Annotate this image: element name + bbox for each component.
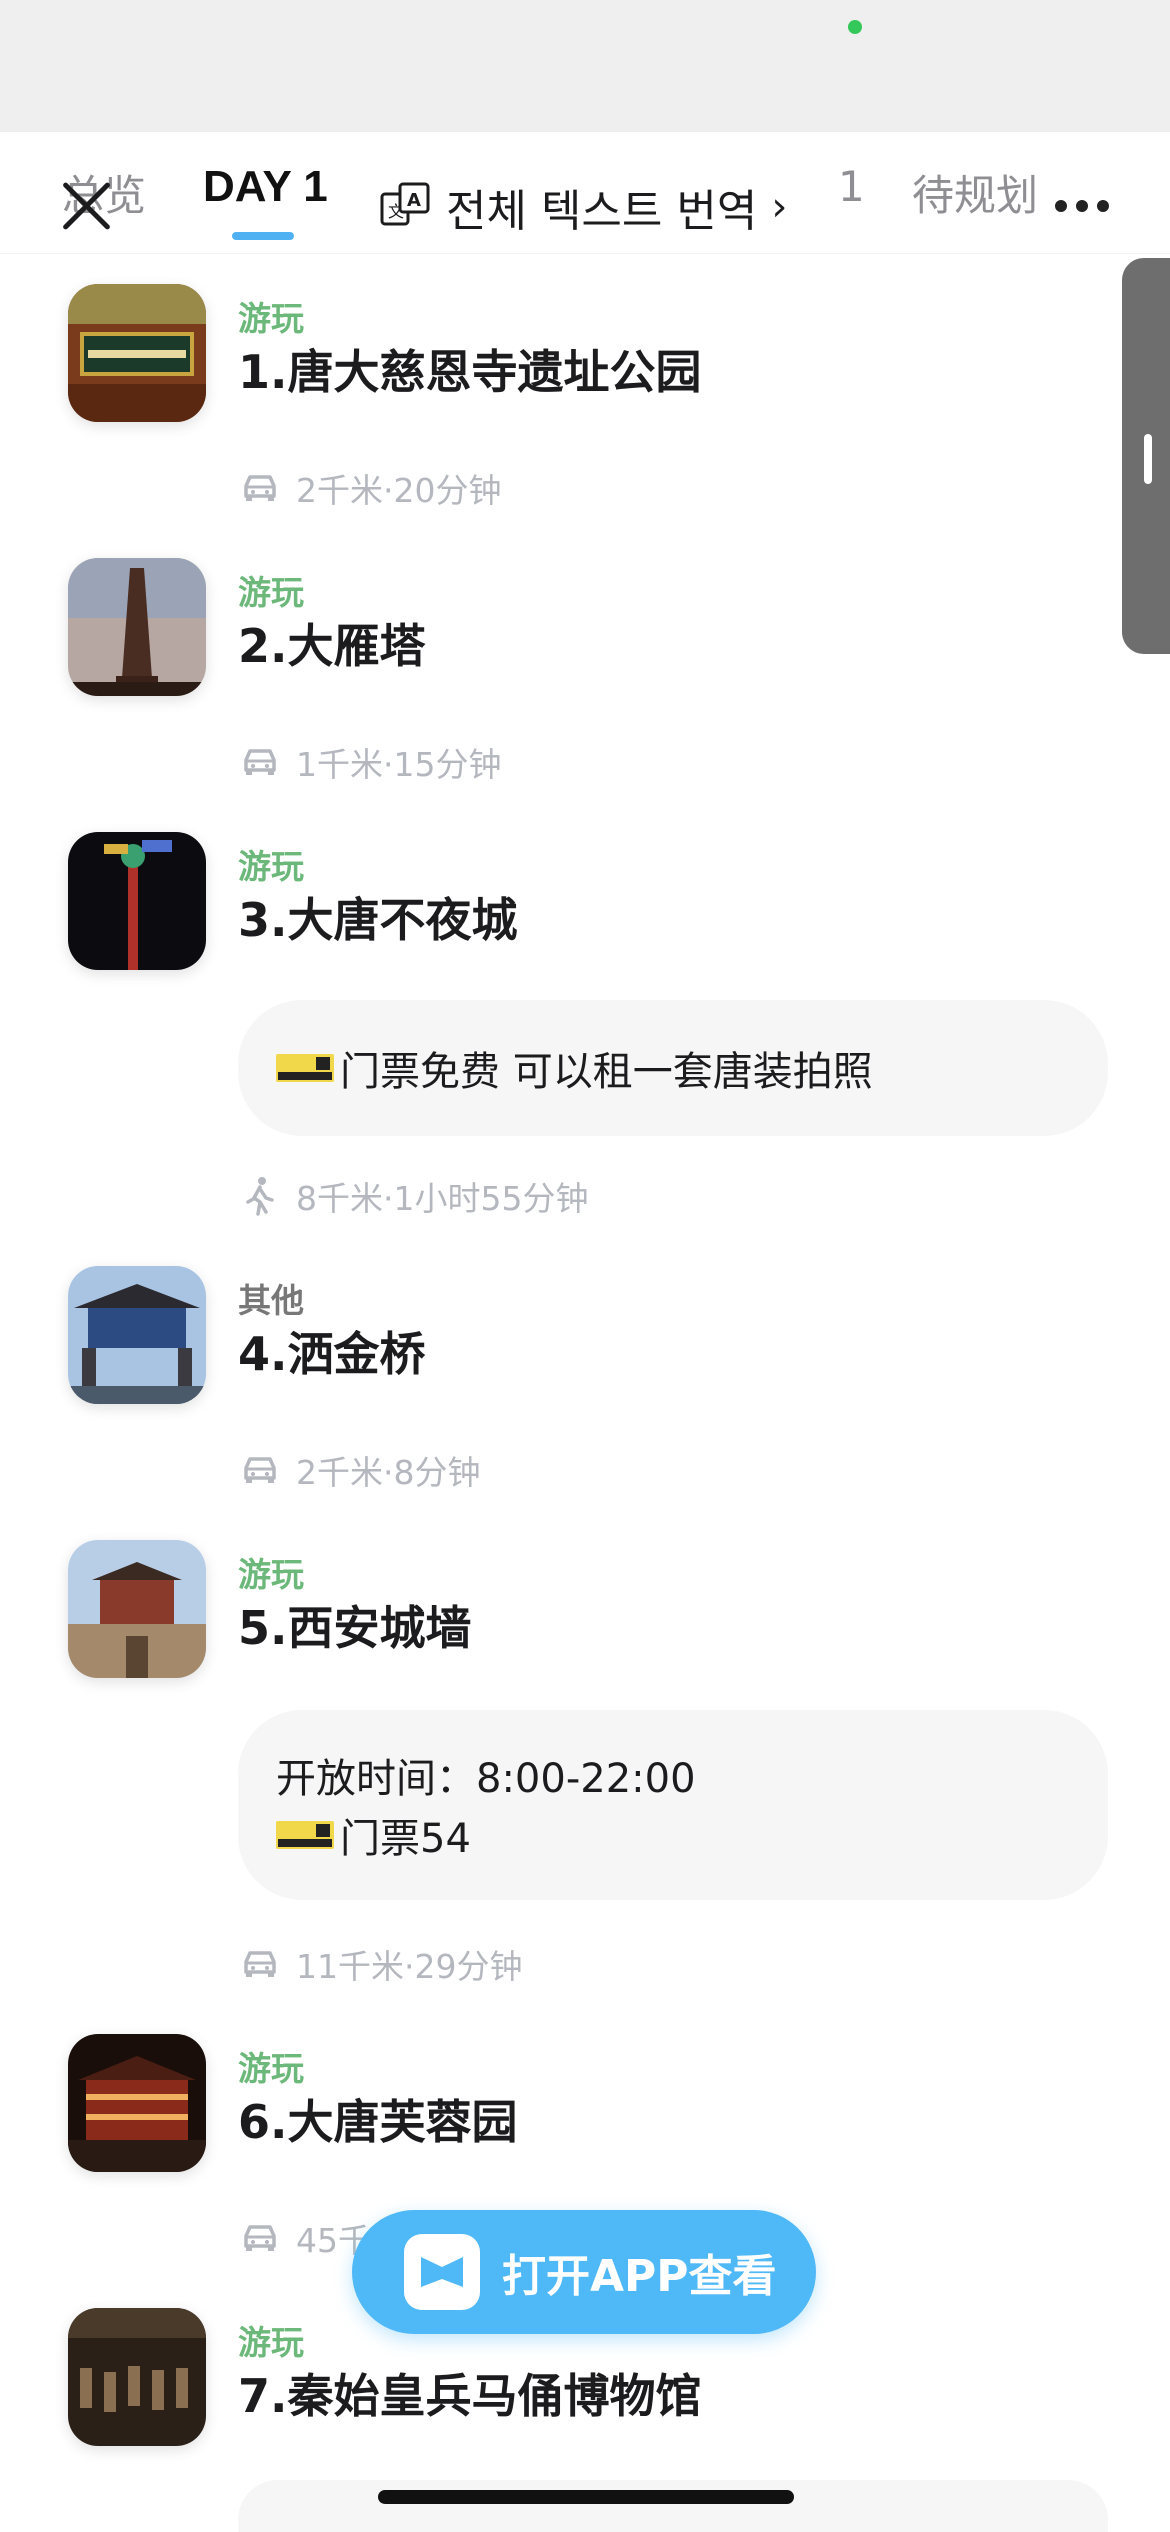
place-name: 4.洒金桥 — [238, 1327, 426, 1381]
itinerary-item[interactable]: 游玩 3.大唐不夜城 — [0, 832, 1170, 982]
chevron-right-icon: › — [771, 184, 788, 230]
landmark-photo — [68, 284, 206, 422]
itinerary-item[interactable]: 游玩 2.大雁塔 — [0, 558, 1170, 708]
palace-night-photo — [68, 2034, 206, 2172]
translate-icon: 文 A — [380, 182, 430, 226]
tab-todo[interactable]: 待规划 — [912, 162, 1038, 223]
transit-text: 2千米·20分钟 — [296, 471, 502, 510]
camera-indicator-icon — [848, 20, 862, 34]
transit-text: 8千米·1小时55分钟 — [296, 1179, 589, 1218]
gate-photo — [68, 1266, 206, 1404]
close-icon[interactable] — [58, 178, 114, 234]
ticket-icon — [276, 1054, 334, 1082]
car-icon — [244, 1951, 276, 1977]
terracotta-photo — [68, 2308, 206, 2446]
pagoda-photo — [68, 558, 206, 696]
car-icon — [244, 2225, 276, 2251]
status-bar — [0, 0, 1170, 132]
itinerary-item[interactable]: 游玩 6.大唐芙蓉园 — [0, 2034, 1170, 2184]
transit-info: 2千米·8分钟 — [238, 1448, 480, 1492]
category-label: 游玩 — [238, 847, 304, 886]
category-label: 游玩 — [238, 1555, 304, 1594]
transit-info: 1千米·15分钟 — [238, 740, 501, 784]
note-text: 门票免费 可以租一套唐装拍照 — [340, 1049, 873, 1095]
transit-text: 2千米·8分钟 — [296, 1453, 481, 1492]
note-card: 门票免费 可以租一套唐装拍照 — [238, 1000, 1108, 1136]
place-name: 6.大唐芙蓉园 — [238, 2095, 518, 2149]
car-icon — [244, 749, 276, 775]
note-text: 开放时间：8:00-22:00 — [276, 1756, 696, 1802]
place-name: 1.唐大慈恩寺遗址公园 — [238, 345, 702, 399]
category-label: 其他 — [238, 1281, 304, 1320]
category-label: 游玩 — [238, 573, 304, 612]
transit-info: 2千米·20分钟 — [238, 466, 501, 510]
tab-partial[interactable]: 1 — [838, 162, 865, 211]
open-app-button[interactable]: 打开APP查看 — [352, 2210, 816, 2334]
home-indicator[interactable] — [378, 2490, 794, 2504]
ticket-icon — [276, 1821, 334, 1849]
transit-info: 11千米·29分钟 — [238, 1942, 522, 1986]
place-name: 3.大唐不夜城 — [238, 893, 518, 947]
note-line: 开放时间：8:00-22:00 — [276, 1745, 1070, 1805]
app-logo-icon — [404, 2234, 480, 2310]
note-text: 门票54 — [340, 1816, 471, 1862]
city-wall-photo — [68, 1540, 206, 1678]
note-line: 门票免费 可以租一套唐装拍照 — [276, 1038, 1070, 1098]
itinerary-item[interactable]: 游玩 1.唐大慈恩寺遗址公园 — [0, 284, 1170, 434]
place-name: 7.秦始皇兵马俑博物馆 — [238, 2369, 702, 2423]
category-label: 游玩 — [238, 2323, 304, 2362]
category-label: 游玩 — [238, 2049, 304, 2088]
svg-text:A: A — [407, 190, 421, 211]
transit-text: 1千米·15分钟 — [296, 745, 502, 784]
open-app-label: 打开APP查看 — [502, 2251, 777, 2302]
note-line: 门票54 — [276, 1805, 1070, 1865]
translate-full-text-button[interactable]: 文 A 전체 텍스트 번역 › — [372, 172, 794, 242]
place-name: 2.大雁塔 — [238, 619, 426, 673]
walk-icon — [246, 1177, 274, 1216]
transit-info: 8千米·1小时55分钟 — [238, 1174, 588, 1218]
note-card — [238, 2480, 1108, 2532]
transit-info: 45千 — [238, 2216, 371, 2260]
car-icon — [244, 1457, 276, 1483]
car-icon — [244, 475, 276, 501]
itinerary-item[interactable]: 游玩 5.西安城墙 — [0, 1540, 1170, 1690]
place-name: 5.西安城墙 — [238, 1601, 472, 1655]
category-label: 游玩 — [238, 299, 304, 338]
itinerary-item[interactable]: 其他 4.洒金桥 — [0, 1266, 1170, 1416]
tab-day1[interactable]: DAY 1 — [203, 162, 328, 212]
active-tab-indicator — [232, 232, 294, 240]
more-options-icon[interactable] — [1055, 200, 1109, 212]
note-card: 开放时间：8:00-22:00 门票54 — [238, 1710, 1108, 1900]
night-city-photo — [68, 832, 206, 970]
transit-text: 11千米·29分钟 — [296, 1947, 523, 1986]
translate-label: 전체 텍스트 번역 — [446, 186, 758, 237]
